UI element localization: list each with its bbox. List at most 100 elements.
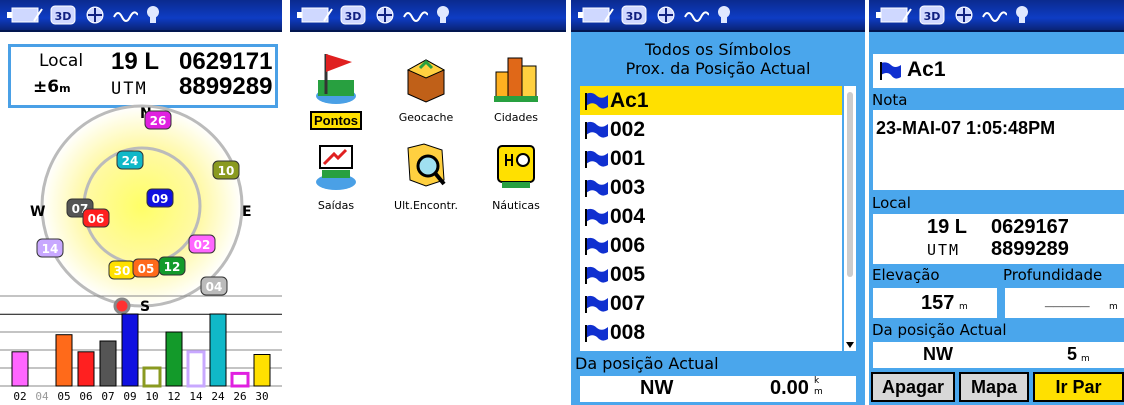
waypoint-row[interactable]: 002 [580,115,842,144]
menu-item-nauticas[interactable]: Náuticas [474,138,558,212]
svg-text:14: 14 [42,242,59,256]
svg-text:12: 12 [164,260,181,274]
signal-icon [684,11,709,22]
menu-item-label: Cidades [494,111,538,124]
distance-value: 5 [1067,344,1078,364]
list-title-line1: Todos os Símbolos [644,40,792,59]
satellite-24: 24 [116,150,144,170]
waypoint-row[interactable]: 003 [580,173,842,202]
compass-west: W [30,204,45,220]
svg-text:3D: 3D [626,10,643,23]
waypoint-list: Ac1 002 001 003 004 006 005 007 008 [580,86,842,351]
waypoint-name: 007 [610,291,646,315]
delete-button[interactable]: Apagar [871,372,955,402]
bearing-value: NW [923,344,953,364]
depth-label: Profundidade [1003,266,1103,284]
signal-icon [113,11,138,22]
satellite-30: 30 [108,260,136,280]
signal-bar-label-02: 02 [13,390,26,403]
waypoint-row[interactable]: 001 [580,144,842,173]
bearing-distance-field: NW 5 m [873,342,1124,368]
waypoint-name: 005 [610,262,646,286]
3d-fix-icon: 3D [340,5,366,25]
flag-icon [585,208,608,226]
signal-bar-label-04: 04 [35,390,49,403]
easting-value: 0629167 [991,216,1069,238]
satellite-icon [376,6,394,24]
menu-item-label: Saídas [317,199,355,212]
menu-item-cidades[interactable]: Cidades [474,50,558,124]
note-label: Nota [872,91,908,109]
backlight-icon [718,6,730,23]
waypoint-row[interactable]: Ac1 [580,86,842,115]
menu-item-label: Ult.Encontr. [394,199,458,212]
bearing-value: NW [640,377,674,399]
signal-bar-12 [165,331,183,387]
svg-text:3D: 3D [55,10,72,23]
location-label: Local [39,51,84,71]
svg-text:30: 30 [114,264,131,278]
menu-item-geocache[interactable]: Geocache [384,50,468,124]
svg-text:02: 02 [194,238,211,252]
flag-icon [585,324,608,342]
accuracy-value: ±6m [33,77,71,97]
svg-text:04: 04 [206,280,223,294]
waypoint-name: 003 [610,175,646,199]
signal-bar-label-30: 30 [255,390,268,403]
battery-icon [578,7,614,23]
signal-bar-label-06: 06 [79,390,92,403]
compass-east: E [242,204,252,220]
flag-icon [585,92,608,110]
backlight-icon [1016,6,1028,23]
svg-text:06: 06 [88,212,105,226]
status-bar: 3D [290,0,566,32]
depth-field[interactable]: _____ m [1005,288,1124,318]
waypoint-row[interactable]: 004 [580,202,842,231]
northing-value: 8899289 [179,73,273,100]
signal-bar-label-12: 12 [167,390,180,403]
footer-values: NW 0.00 k m [580,376,856,402]
menu-item-pontos[interactable]: Pontos [294,50,378,130]
satellite-12: 12 [158,256,186,276]
status-bar: 3D [0,0,282,32]
distance-unit: m [1081,354,1090,364]
svg-text:3D: 3D [345,10,362,23]
location-field[interactable]: 19 L 0629167 UTM 8899289 [873,214,1124,264]
battery-icon [876,7,912,23]
signal-bar-label-24: 24 [211,390,225,403]
signal-icon [403,11,428,22]
waypoint-name: 002 [610,117,646,141]
waypoint-row[interactable]: 008 [580,318,842,347]
note-text: 23-MAI-07 1:05:48PM [876,118,1056,138]
menu-item-saidas[interactable]: Saídas [294,138,378,212]
elevation-field[interactable]: 157 m [873,288,997,318]
flag-icon [880,62,901,80]
waypoint-name: 001 [610,146,646,170]
battery-icon [7,7,43,23]
waypoint-name-field[interactable]: Ac1 [873,54,1124,88]
signal-bar-label-14: 14 [189,390,203,403]
waypoint-row[interactable]: 007 [580,289,842,318]
signal-bar-06 [77,351,95,387]
from-position-label: Da posição Actual [872,321,1007,339]
signal-bar-07 [99,340,117,387]
battery-icon [297,7,333,23]
signal-bar-label-05: 05 [57,390,70,403]
flag-icon [585,121,608,139]
backlight-icon [437,6,449,23]
flag-icon [585,266,608,284]
northing-value: 8899289 [991,238,1069,260]
waypoint-row[interactable]: 005 [580,260,842,289]
signal-bar-09 [121,313,139,387]
note-field[interactable]: 23-MAI-07 1:05:48PM [873,110,1124,190]
waypoint-row[interactable]: 006 [580,231,842,260]
magnifier-map-icon [407,143,446,187]
satellite-10: 10 [212,160,240,180]
signal-bar-02 [11,351,29,387]
scrollbar[interactable] [844,86,856,351]
goto-button[interactable]: Ir Par [1033,372,1124,402]
menu-item-ult-encontr[interactable]: Ult.Encontr. [384,138,468,212]
map-button[interactable]: Mapa [959,372,1029,402]
signal-bar-10 [142,366,162,388]
signal-bar-30 [253,354,271,387]
